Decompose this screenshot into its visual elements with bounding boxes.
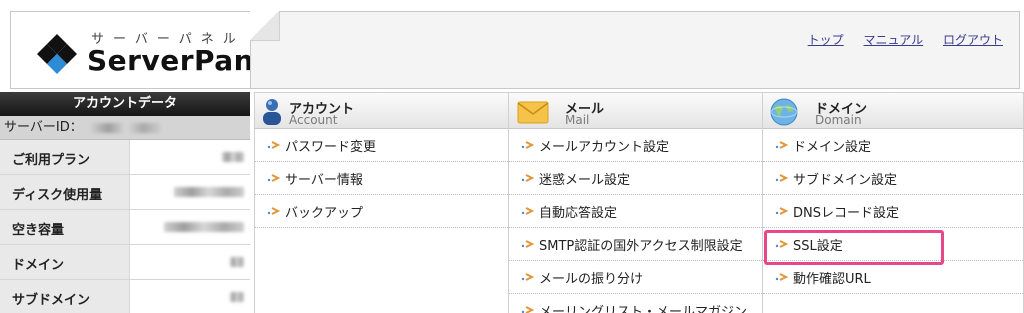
diamond-logo-icon — [37, 34, 77, 74]
domain-header: ドメイン Domain — [763, 92, 1023, 129]
account-data-sidebar: アカウントデータ サーバーID： ご利用プラン ディスク使用量 空き容量 ドメイ… — [0, 92, 250, 313]
arrow-icon — [521, 174, 535, 182]
account-column: アカウント Account パスワード変更 サーバー情報 バックアップ — [254, 92, 508, 313]
disk-usage-value — [130, 175, 250, 209]
menu-item-backup[interactable]: バックアップ — [255, 195, 508, 228]
account-subtitle: Account — [289, 113, 338, 127]
domain-label: ドメイン — [0, 245, 130, 279]
arrow-icon — [521, 240, 535, 248]
server-id-label: サーバーID： — [4, 120, 83, 135]
menu-item-ssl-settings[interactable]: SSL設定 — [763, 228, 1023, 261]
free-space-label: 空き容量 — [0, 210, 130, 244]
server-id-row: サーバーID： — [0, 116, 250, 140]
arrow-icon — [521, 141, 535, 149]
subdomain-value — [130, 280, 250, 313]
sidebar-row: ディスク使用量 — [0, 175, 250, 210]
arrow-icon — [775, 240, 789, 248]
arrow-icon — [267, 174, 281, 182]
sidebar-row: 空き容量 — [0, 210, 250, 245]
menu-item-mail-account[interactable]: メールアカウント設定 — [509, 129, 762, 162]
mail-subtitle: Mail — [565, 113, 590, 127]
arrow-icon — [267, 207, 281, 215]
arrow-icon — [267, 141, 281, 149]
arrow-icon — [521, 306, 535, 313]
subdomain-label: サブドメイン — [0, 280, 130, 313]
top-link[interactable]: トップ — [808, 33, 844, 47]
arrow-icon — [775, 174, 789, 182]
logo: サーバーパネル ServerPanel — [10, 11, 283, 89]
envelope-icon — [517, 101, 549, 124]
mail-column: メール Mail メールアカウント設定 迷惑メール設定 自動応答設定 SMTP認… — [508, 92, 762, 313]
sidebar-row: ドメイン — [0, 245, 250, 280]
menu-item-dns-records[interactable]: DNSレコード設定 — [763, 195, 1023, 228]
menu-item-auto-reply[interactable]: 自動応答設定 — [509, 195, 762, 228]
arrow-icon — [521, 273, 535, 281]
account-header: アカウント Account — [255, 92, 508, 129]
arrow-icon — [775, 207, 789, 215]
sidebar-row: サブドメイン — [0, 280, 250, 313]
menu-item-spam[interactable]: 迷惑メール設定 — [509, 162, 762, 195]
plan-label: ご利用プラン — [0, 140, 130, 174]
menu-item-mailing-list[interactable]: メーリングリスト・メールマガジン — [509, 294, 762, 313]
plan-value — [130, 140, 250, 174]
free-space-value — [130, 210, 250, 244]
header-bar: トップ マニュアル ログアウト — [250, 11, 1020, 89]
arrow-icon — [775, 141, 789, 149]
sidebar-row: ご利用プラン — [0, 140, 250, 175]
menu-item-server-info[interactable]: サーバー情報 — [255, 162, 508, 195]
manual-link[interactable]: マニュアル — [864, 33, 924, 47]
mail-header: メール Mail — [509, 92, 762, 129]
sidebar-title: アカウントデータ — [0, 92, 250, 116]
domain-subtitle: Domain — [815, 113, 862, 127]
menu-item-password[interactable]: パスワード変更 — [255, 129, 508, 162]
menu-item-mail-filter[interactable]: メールの振り分け — [509, 261, 762, 294]
logout-link[interactable]: ログアウト — [943, 33, 1003, 47]
server-id-value — [90, 122, 161, 133]
arrow-icon — [775, 273, 789, 281]
header-fold — [250, 11, 280, 41]
menu-item-domain-settings[interactable]: ドメイン設定 — [763, 129, 1023, 162]
disk-usage-label: ディスク使用量 — [0, 175, 130, 209]
arrow-icon — [521, 207, 535, 215]
top-links: トップ マニュアル ログアウト — [792, 31, 1003, 48]
user-icon — [263, 99, 281, 125]
domain-column: ドメイン Domain ドメイン設定 サブドメイン設定 DNSレコード設定 SS… — [762, 92, 1024, 313]
globe-icon — [770, 98, 798, 126]
menu-item-smtp-restriction[interactable]: SMTP認証の国外アクセス制限設定 — [509, 228, 762, 261]
menu-item-test-url[interactable]: 動作確認URL — [763, 261, 1023, 294]
domain-value — [130, 245, 250, 279]
menu-item-subdomain-settings[interactable]: サブドメイン設定 — [763, 162, 1023, 195]
